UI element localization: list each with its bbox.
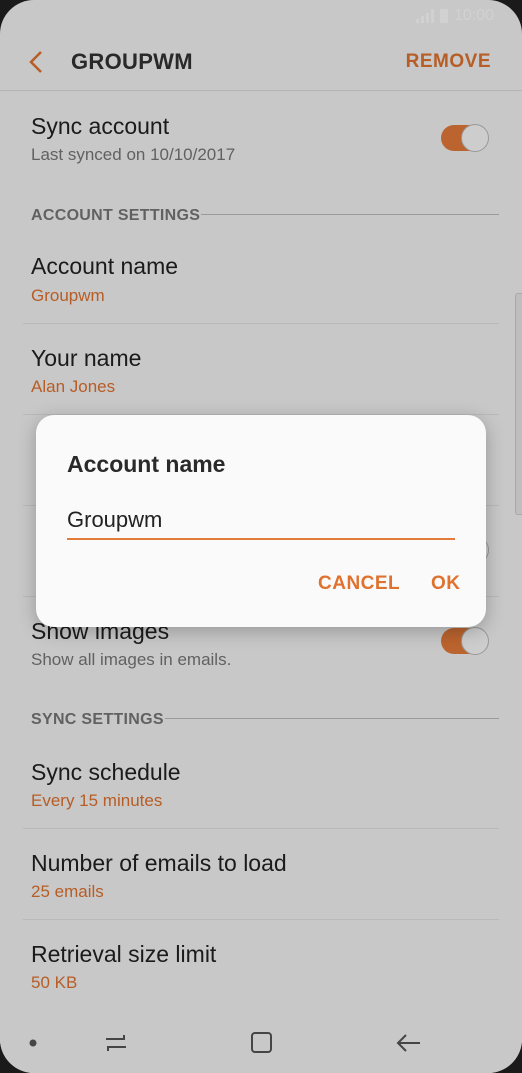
phone-screen: 10:00 GROUPWM REMOVE Sync account Last s… <box>0 0 522 1073</box>
cancel-button[interactable]: CANCEL <box>318 573 400 595</box>
account-name-input[interactable] <box>67 502 455 540</box>
account-name-dialog: Account name CANCEL OK <box>36 415 486 627</box>
dialog-title: Account name <box>67 451 226 477</box>
ok-button[interactable]: OK <box>431 573 461 595</box>
